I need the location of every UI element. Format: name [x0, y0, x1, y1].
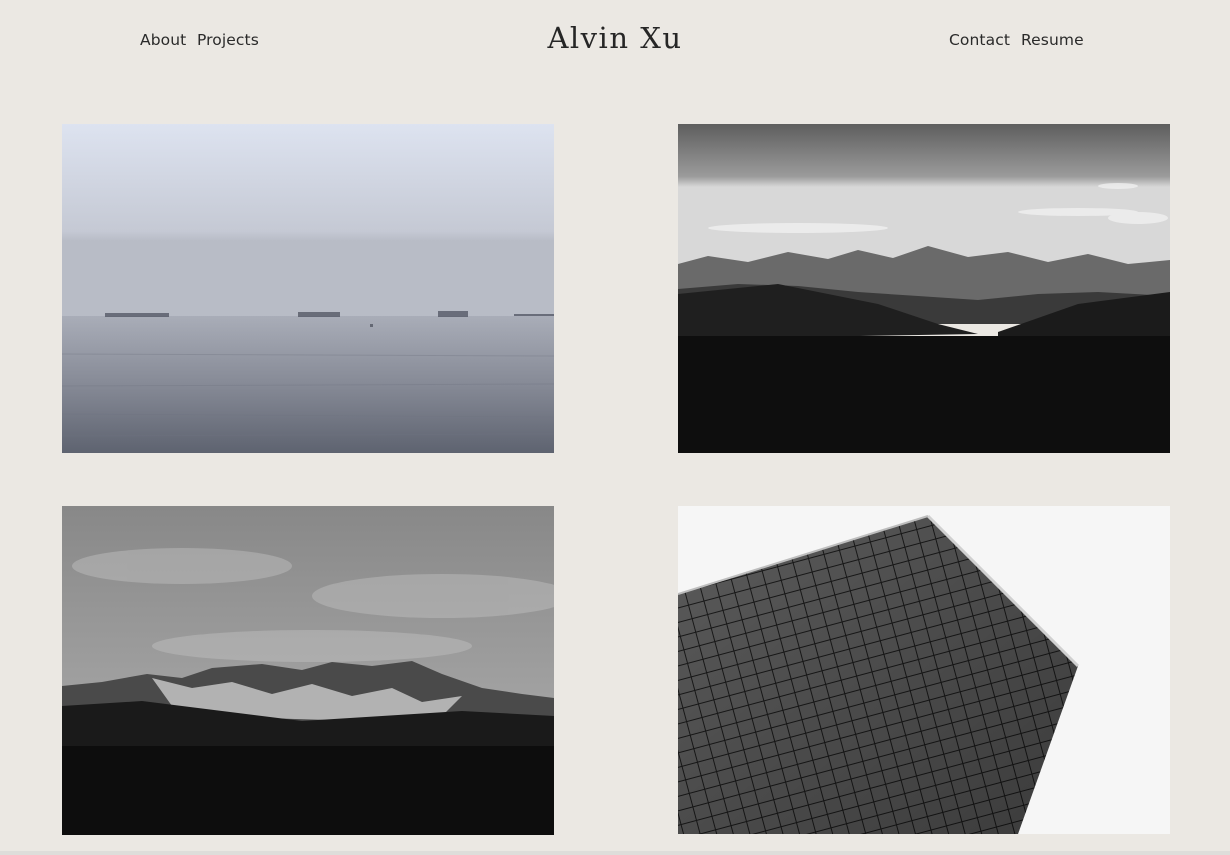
photo-sea-image: [62, 124, 554, 453]
gallery-photo-mountain-range[interactable]: [678, 124, 1170, 453]
bottom-bar: [0, 851, 1230, 855]
nav-link-contact[interactable]: Contact: [949, 31, 1010, 49]
gallery-photo-sea[interactable]: [62, 124, 554, 453]
photo-mountain-range-image: [678, 124, 1170, 453]
photo-ridge-image: [62, 506, 554, 835]
gallery-photo-skyscraper[interactable]: [678, 506, 1170, 834]
photo-skyscraper-image: [678, 506, 1170, 834]
page: About Projects Alvin Xu Contact Resume: [0, 0, 1230, 855]
gallery-photo-ridge[interactable]: [62, 506, 554, 835]
nav-link-resume[interactable]: Resume: [1021, 31, 1084, 49]
